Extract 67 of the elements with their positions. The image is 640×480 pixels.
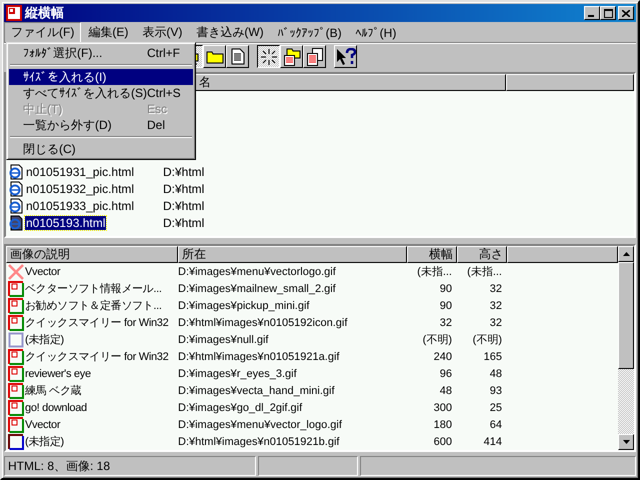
image-height: 414 — [482, 436, 503, 448]
image-location: D:¥images¥r_eyes_3.gif — [178, 368, 298, 380]
column-header[interactable]: 横幅 — [407, 246, 457, 263]
image-width: 300 — [432, 402, 453, 414]
image-description: (未指定) — [25, 332, 64, 347]
image-location: D:¥images¥pickup_mini.gif — [178, 300, 310, 312]
menu-item[interactable]: ﾍﾙﾌﾟ(H) — [348, 24, 404, 42]
image-width: 90 — [438, 300, 453, 312]
menu-option[interactable]: ﾌｫﾙﾀﾞ選択(F)... Ctrl+F — [9, 45, 193, 61]
file-name[interactable]: n01051932_pic.html — [25, 182, 136, 196]
file-location: D:¥html — [163, 164, 204, 178]
menu-option[interactable]: ｻｲｽﾞを入れる(I) — [9, 69, 193, 85]
image-description: 練馬 ベク蔵 — [25, 384, 82, 398]
column-header[interactable]: 所在 — [178, 246, 407, 263]
image-location: D:¥images¥menu¥vector_logo.gif — [178, 418, 343, 430]
image-width: (不明) — [422, 333, 453, 347]
image-location: D:¥html¥images¥n01051921b.gif — [178, 436, 340, 448]
image-description: reviewer's eye — [25, 368, 91, 380]
image-location: D:¥images¥menu¥vectorlogo.gif — [178, 266, 337, 278]
image-location: D:¥images¥mailnew_small_2.gif — [178, 282, 337, 294]
image-height: (未指... — [466, 265, 503, 279]
image-location: D:¥html¥images¥n0105192icon.gif — [178, 316, 348, 328]
menu-option[interactable]: 閉じる(C) — [9, 141, 193, 157]
image-description: Vvector — [25, 418, 60, 430]
image-location: D:¥images¥go_dl_2gif.gif — [178, 402, 304, 414]
image-height: 165 — [482, 350, 503, 362]
file-location: D:¥html — [163, 182, 204, 196]
image-width: 48 — [438, 384, 453, 396]
image-height: 25 — [488, 402, 503, 414]
image-description: クイックスマイリー for Win32 — [25, 350, 168, 364]
image-description: ベクターソフト情報メール... — [25, 282, 162, 296]
image-height: (不明) — [472, 333, 503, 347]
image-location: D:¥images¥null.gif — [178, 334, 270, 346]
image-width: (未指... — [416, 265, 453, 279]
image-height: 64 — [488, 418, 503, 430]
file-location: D:¥html — [163, 198, 204, 212]
menu-item[interactable]: ﾊﾞｯｸｱｯﾌﾟ(B) — [270, 24, 349, 42]
image-height: 93 — [488, 384, 503, 396]
file-name[interactable]: n0105193.html — [25, 216, 106, 230]
image-width: 90 — [438, 282, 453, 294]
menu-item[interactable]: 書き込み(W) — [189, 22, 271, 43]
image-height: 32 — [488, 282, 503, 294]
file-name[interactable]: n01051931_pic.html — [25, 164, 136, 178]
image-height: 32 — [488, 316, 503, 328]
image-width: 96 — [438, 368, 453, 380]
image-location: D:¥html¥images¥n01051921a.gif — [178, 350, 340, 362]
image-location: D:¥images¥vecta_hand_mini.gif — [178, 384, 336, 396]
image-description: go! download — [25, 402, 87, 414]
image-width: 32 — [438, 316, 453, 328]
image-width: 180 — [432, 418, 453, 430]
column-header[interactable]: 高さ — [457, 246, 507, 263]
file-name[interactable]: n01051933_pic.html — [25, 198, 136, 212]
status-text: HTML: 8、画像: 18 — [4, 456, 256, 476]
menu-item[interactable]: 編集(E) — [81, 22, 136, 43]
column-header[interactable]: 画像の説明 — [6, 246, 178, 263]
image-width: 240 — [432, 350, 453, 362]
image-width: 600 — [432, 436, 453, 448]
image-description: Vvector — [25, 266, 60, 278]
image-description: お勧めソフト＆定番ソフト... — [25, 298, 162, 313]
menu-item[interactable]: 表示(V) — [135, 22, 190, 43]
window-title: 縦横幅 — [25, 4, 64, 22]
file-location: D:¥html — [163, 216, 204, 230]
menu-option[interactable]: 一覧から外す(D) Del — [9, 117, 193, 133]
image-height: 32 — [488, 300, 503, 312]
image-description: (未指定) — [25, 434, 64, 449]
image-height: 48 — [488, 368, 503, 380]
image-description: クイックスマイリー for Win32 — [25, 316, 168, 330]
